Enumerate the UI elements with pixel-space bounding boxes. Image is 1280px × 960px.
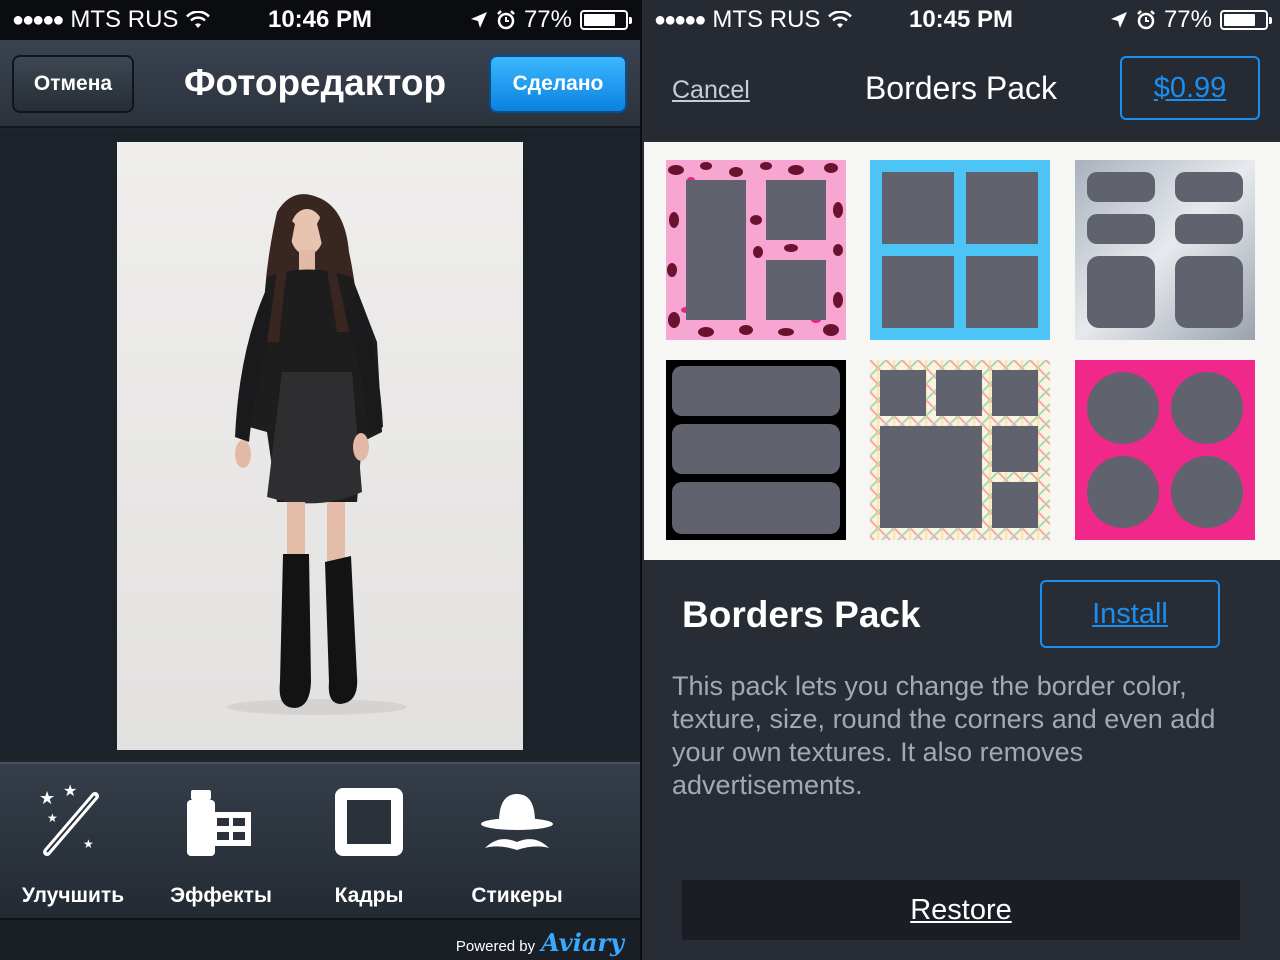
film-effects-icon	[156, 782, 286, 862]
edited-photo[interactable]	[117, 142, 523, 750]
svg-text:★: ★	[63, 782, 77, 800]
border-thumb-black-rows	[666, 360, 846, 540]
borders-preview-grid	[644, 142, 1280, 560]
cancel-link[interactable]: Cancel	[672, 76, 750, 105]
aviary-logo: Aviary	[541, 928, 624, 957]
battery-percent: 77%	[523, 6, 572, 33]
tool-frames[interactable]: Кадры	[304, 782, 434, 908]
magic-wand-icon: ★ ★ ★ ★	[8, 782, 138, 862]
photo-canvas	[0, 130, 640, 760]
footer-bar: Powered by Aviary	[0, 918, 640, 960]
powered-by-label: Powered by	[455, 938, 536, 955]
border-thumb-pink-circles	[1075, 360, 1255, 540]
tool-label: Эффекты	[170, 884, 272, 907]
status-bar: ●●●●● MTS RUS 10:46 PM 77%	[0, 0, 640, 40]
tools-toolbar: ★ ★ ★ ★ Улучшить Эффекты Кадры Стикеры	[0, 762, 640, 918]
tool-stickers[interactable]: Стикеры	[452, 782, 582, 908]
battery-percent: 77%	[1163, 6, 1212, 33]
borders-pack-screen: ●●●●● MTS RUS 10:45 PM 77% Cancel Border…	[640, 0, 1280, 960]
tool-effects[interactable]: Эффекты	[156, 782, 286, 908]
store-navbar: Cancel Borders Pack $0.99	[642, 40, 1280, 140]
install-button[interactable]: Install	[1040, 580, 1220, 648]
model-photo-illustration	[117, 142, 523, 750]
alarm-clock-icon	[496, 10, 516, 30]
alarm-clock-icon	[1136, 10, 1156, 30]
tool-label: Улучшить	[21, 884, 125, 907]
cancel-button[interactable]: Отмена	[12, 55, 134, 113]
page-title: Фоторедактор	[183, 62, 447, 103]
frame-icon	[304, 782, 434, 862]
price-button[interactable]: $0.99	[1120, 56, 1260, 120]
border-thumb-plaid	[870, 360, 1050, 540]
pack-title: Borders Pack	[682, 594, 921, 635]
photo-editor-screen: ●●●●● MTS RUS 10:46 PM 77% Отмена Фоторе…	[0, 0, 640, 960]
done-button[interactable]: Сделано	[489, 55, 627, 113]
tool-label: Стикеры	[471, 884, 563, 907]
battery-icon	[580, 10, 632, 30]
tool-partial[interactable]	[600, 782, 640, 862]
tool-enhance[interactable]: ★ ★ ★ ★ Улучшить	[8, 782, 138, 908]
battery-icon	[1220, 10, 1272, 30]
page-title: Borders Pack	[864, 70, 1058, 106]
svg-text:★: ★	[47, 811, 58, 825]
location-arrow-icon	[1110, 11, 1128, 29]
partial-tool-icon	[600, 782, 640, 862]
tool-label: Кадры	[334, 884, 404, 907]
status-bar: ●●●●● MTS RUS 10:45 PM 77%	[642, 0, 1280, 40]
svg-text:★: ★	[39, 788, 55, 809]
border-thumb-leopard	[666, 160, 846, 340]
hat-mustache-icon	[452, 782, 582, 862]
border-thumb-silver-rounded	[1075, 160, 1255, 340]
editor-navbar: Отмена Фоторедактор Сделано	[0, 40, 640, 128]
svg-text:★: ★	[83, 837, 94, 851]
border-thumb-cyan-grid	[870, 160, 1050, 340]
restore-button[interactable]: Restore	[682, 880, 1240, 940]
pack-description: This pack lets you change the border col…	[672, 671, 1216, 800]
location-arrow-icon	[470, 11, 488, 29]
